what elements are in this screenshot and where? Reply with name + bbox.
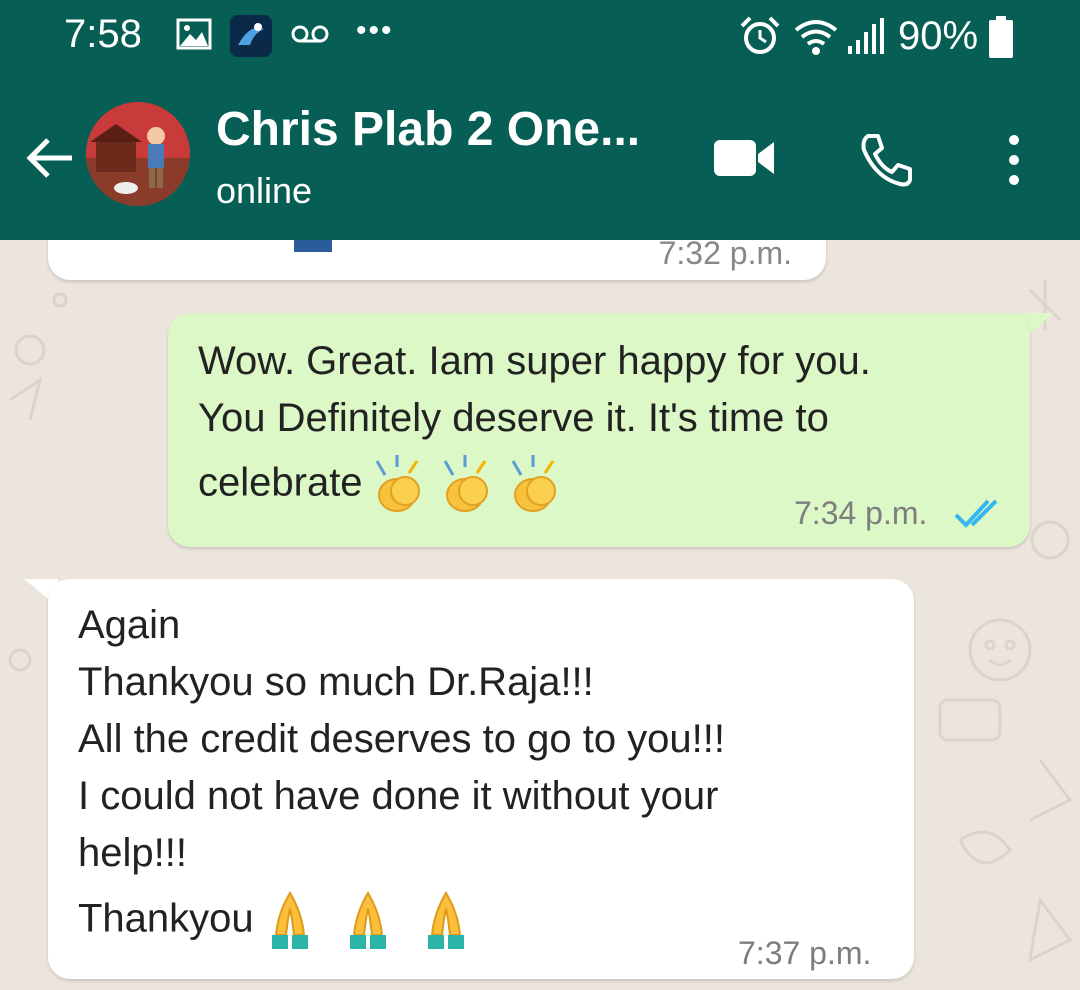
emoji-row (363, 453, 567, 517)
more-dots-icon: ••• (356, 14, 394, 47)
message-text-line: All the credit deserves to go to you!!! (78, 717, 726, 761)
status-bar: 7:58 ••• 90% (0, 0, 1080, 80)
message-text-word: celebrate (198, 460, 363, 505)
message-text-line: Thankyou (78, 889, 478, 953)
message-text-line: celebrate (198, 453, 567, 517)
folded-hands-icon (349, 891, 386, 949)
double-tick-icon (954, 499, 998, 528)
message-text-line: help!!! (78, 831, 187, 875)
message-time: 7:34 p.m. (794, 495, 928, 531)
message-text-line: Thankyou so much Dr.Raja!!! (78, 660, 594, 704)
message-text-line: Wow. Great. Iam super happy for you. (198, 339, 871, 383)
clapping-hands-icon (375, 455, 420, 512)
avatar-image (86, 102, 190, 206)
message-text-word: Thankyou (78, 896, 254, 941)
clapping-hands-icon (511, 455, 556, 512)
message-time: 7:32 p.m. (658, 240, 792, 271)
wifi-icon (794, 20, 838, 55)
phone-icon[interactable] (858, 132, 914, 188)
folded-hands-icon (427, 891, 464, 949)
battery-percent: 90% (898, 14, 979, 58)
gallery-icon (176, 18, 212, 50)
video-call-icon[interactable] (712, 136, 776, 180)
signal-icon (848, 18, 884, 54)
message-text-line: You Definitely deserve it. It's time to (198, 396, 829, 440)
battery-icon (989, 16, 1013, 58)
avatar[interactable] (86, 102, 190, 206)
message-text-line: Again (78, 603, 181, 647)
voicemail-icon (291, 25, 329, 43)
folded-hands-icon (271, 891, 308, 949)
back-arrow-icon[interactable] (24, 132, 76, 184)
status-time: 7:58 (64, 12, 142, 56)
alarm-icon (740, 16, 780, 54)
attachment-thumbnail[interactable] (294, 240, 332, 252)
message-text-line: I could not have done it without your (78, 774, 719, 818)
emoji-row (254, 889, 478, 953)
contact-name[interactable]: Chris Plab 2 One... (216, 102, 640, 157)
clapping-hands-icon (443, 455, 488, 512)
chat-area[interactable]: 7:32 p.m. Wow. Great. Iam super happy fo… (0, 240, 1080, 990)
menu-icon[interactable] (1000, 130, 1028, 190)
message-bubble-incoming[interactable]: Again Thankyou so much Dr.Raja!!! All th… (48, 579, 914, 979)
message-time: 7:37 p.m. (738, 935, 872, 971)
app-icon (230, 15, 272, 57)
message-bubble-incoming[interactable]: 7:32 p.m. (48, 240, 826, 280)
contact-status: online (216, 170, 313, 211)
message-bubble-outgoing[interactable]: Wow. Great. Iam super happy for you. You… (168, 313, 1030, 547)
chat-header: Chris Plab 2 One... online (0, 80, 1080, 240)
